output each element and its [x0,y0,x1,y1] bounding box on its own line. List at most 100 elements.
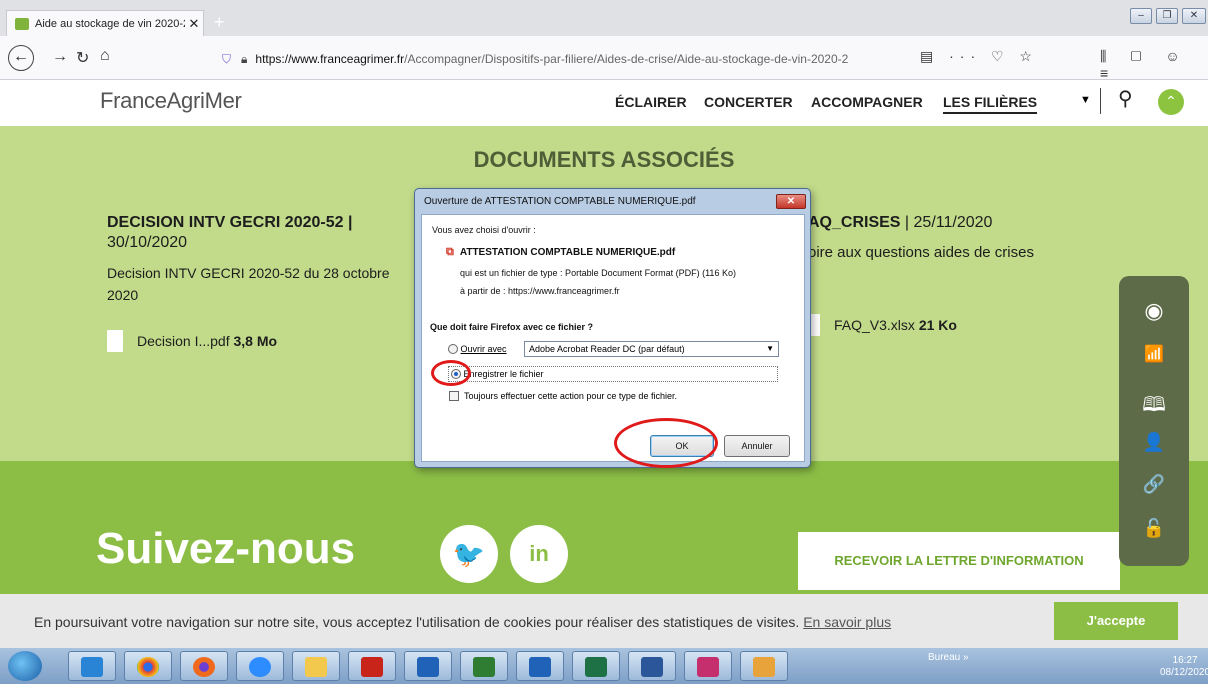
doc2-title-sep: | [900,214,914,231]
always-do-checkbox[interactable] [449,391,459,401]
browser-toolbar-icons[interactable]: ⫼ ▢ ☺ ≡ [1100,48,1208,81]
open-with-option[interactable]: Ouvrir avec [448,344,507,354]
menu-les-filieres[interactable]: LES FILIÈRES [943,94,1038,114]
tab-title: Aide au stockage de vin 2020-2 [35,17,185,30]
xlsx-file-icon [810,314,820,336]
acrobat-icon [361,656,383,677]
window-minimize-button[interactable]: – [1130,8,1152,24]
newsletter-button[interactable]: RECEVOIR LA LETTRE D'INFORMATION [798,532,1120,590]
snipping-taskbar-button[interactable] [684,651,732,681]
site-logo[interactable]: FranceAgriMer [100,88,242,114]
linkedin-icon[interactable]: in [510,525,568,583]
chrome-icon [137,656,159,677]
menu-divider [1100,88,1101,114]
cookie-text: En poursuivant votre navigation sur notr… [34,614,800,630]
dialog-close-button[interactable]: ✕ [776,194,806,209]
url-path: /Accompagner/Dispositifs-par-filiere/Aid… [404,52,849,66]
outlook-icon [529,656,551,677]
search-icon[interactable]: ⚲ [1118,86,1133,111]
forward-button[interactable]: → [52,48,68,66]
dialog-file-name: ATTESTATION COMPTABLE NUMERIQUE.pdf [459,247,676,258]
doc1-title: DECISION INTV GECRI 2020-52 | [107,214,353,231]
open-with-app: Adobe Acrobat Reader DC (par défaut) [529,344,685,354]
doc2-file-link[interactable]: FAQ_V3.xlsx 21 Ko [810,314,957,336]
doc1-date: 30/10/2020 [107,234,188,251]
menu-dropdown-icon[interactable]: ▼ [1080,94,1091,106]
doc1-description: Decision INTV GECRI 2020-52 du 28 octobr… [107,265,390,303]
tracking-shield-icon[interactable]: ⛉ [222,52,231,67]
address-bar[interactable]: ⛉ 🔒︎ https://www.franceagrimer.fr/Accomp… [222,46,1014,72]
outlook-taskbar-button[interactable] [404,651,452,681]
taskbar-clock[interactable]: 16:27 08/12/2020 [1160,655,1208,679]
tab-close-icon[interactable]: ✕ [185,16,203,32]
outlook-icon [417,656,439,677]
word-taskbar-button[interactable] [628,651,676,681]
chart-icon[interactable]: 📶 [1119,344,1189,364]
doc2-date: 25/11/2020 [913,214,993,231]
tray-chevron-icon[interactable]: » [963,652,969,663]
window-close-button[interactable]: ✕ [1182,8,1206,24]
url-actions[interactable]: ▤ ··· ♡ ☆ [920,48,1038,65]
tray-label: Bureau [928,652,961,663]
chrome-taskbar-button[interactable] [124,651,172,681]
outlook2-taskbar-button[interactable] [516,651,564,681]
doc2-description: oire aux questions aides de crises [808,244,1034,261]
cookie-more-link[interactable]: En savoir plus [803,614,891,630]
excel-icon [585,656,607,677]
home-button[interactable]: ⌂ [100,47,110,65]
save-file-option[interactable]: Enregistrer le fichier [448,366,778,382]
pdf-icon: ⧉ [446,246,454,258]
menu-eclairer[interactable]: ÉCLAIRER [615,94,687,110]
menu-accompagner[interactable]: ACCOMPAGNER [811,94,923,110]
doc1-file-name: Decision I...pdf [137,333,230,349]
cookie-accept-button[interactable]: J'accepte [1054,602,1178,640]
paint-taskbar-button[interactable] [740,651,788,681]
doc1-file-size: 3,8 Mo [233,333,278,349]
annotation-circle-ok [614,418,718,468]
doc1-file-link[interactable]: Decision I...pdf 3,8 Mo [107,330,277,352]
user-icon[interactable]: 👤 [1119,432,1189,453]
cookie-message: En poursuivant votre navigation sur notr… [34,614,891,630]
app-taskbar-button[interactable] [460,651,508,681]
ie-taskbar-button[interactable] [68,651,116,681]
back-button[interactable]: ← [8,45,34,71]
site-favicon-icon [15,17,29,30]
doc2-file-name: FAQ_V3.xlsx [834,317,915,333]
book-icon[interactable]: 🕮 [1119,390,1189,424]
twitter-icon[interactable]: 🐦 [440,525,498,583]
lock-icon[interactable]: 🔒︎ [241,52,247,67]
save-file-label: Enregistrer le fichier [463,369,544,379]
app-icon [473,656,495,677]
scissors-icon [697,656,719,677]
dialog-file-type: qui est un fichier de type : Portable Do… [460,268,736,278]
link-icon[interactable]: 🔗 [1119,474,1189,495]
doc2-title: AQ_CRISES [808,214,901,231]
firefox-taskbar-button[interactable] [180,651,228,681]
follow-heading: Suivez-nous [96,524,356,573]
annotation-circle-save [431,360,471,386]
reload-button[interactable]: ↻ [76,48,89,68]
explorer-taskbar-button[interactable] [292,651,340,681]
always-do-option[interactable]: Toujours effectuer cette action pour ce … [449,391,677,401]
zoom-taskbar-button[interactable] [236,651,284,681]
acrobat-taskbar-button[interactable] [348,651,396,681]
window-maximize-button[interactable]: ❐ [1156,8,1178,24]
scroll-up-icon[interactable]: ⌃ [1158,89,1184,115]
dialog-source: à partir de : https://www.franceagrimer.… [460,286,620,296]
doc2-heading: AQ_CRISES | 25/11/2020 [808,214,992,232]
menu-concerter[interactable]: CONCERTER [704,94,793,110]
open-with-select[interactable]: Adobe Acrobat Reader DC (par défaut) ▼ [524,341,779,357]
excel-taskbar-button[interactable] [572,651,620,681]
open-with-radio[interactable] [448,344,458,354]
browser-tab[interactable]: Aide au stockage de vin 2020-2 ✕ [6,10,204,36]
new-tab-button[interactable]: + [214,12,225,33]
eye-icon[interactable]: ◉ [1119,298,1189,324]
folder-icon [305,656,327,677]
documents-heading: DOCUMENTS ASSOCIÉS [473,147,735,172]
system-tray[interactable]: Bureau » [928,652,969,663]
start-button[interactable] [8,651,42,681]
cancel-button[interactable]: Annuler [724,435,790,457]
zoom-icon [249,656,271,677]
always-do-label: Toujours effectuer cette action pour ce … [464,391,677,401]
lock-icon[interactable]: 🔓 [1119,518,1189,539]
